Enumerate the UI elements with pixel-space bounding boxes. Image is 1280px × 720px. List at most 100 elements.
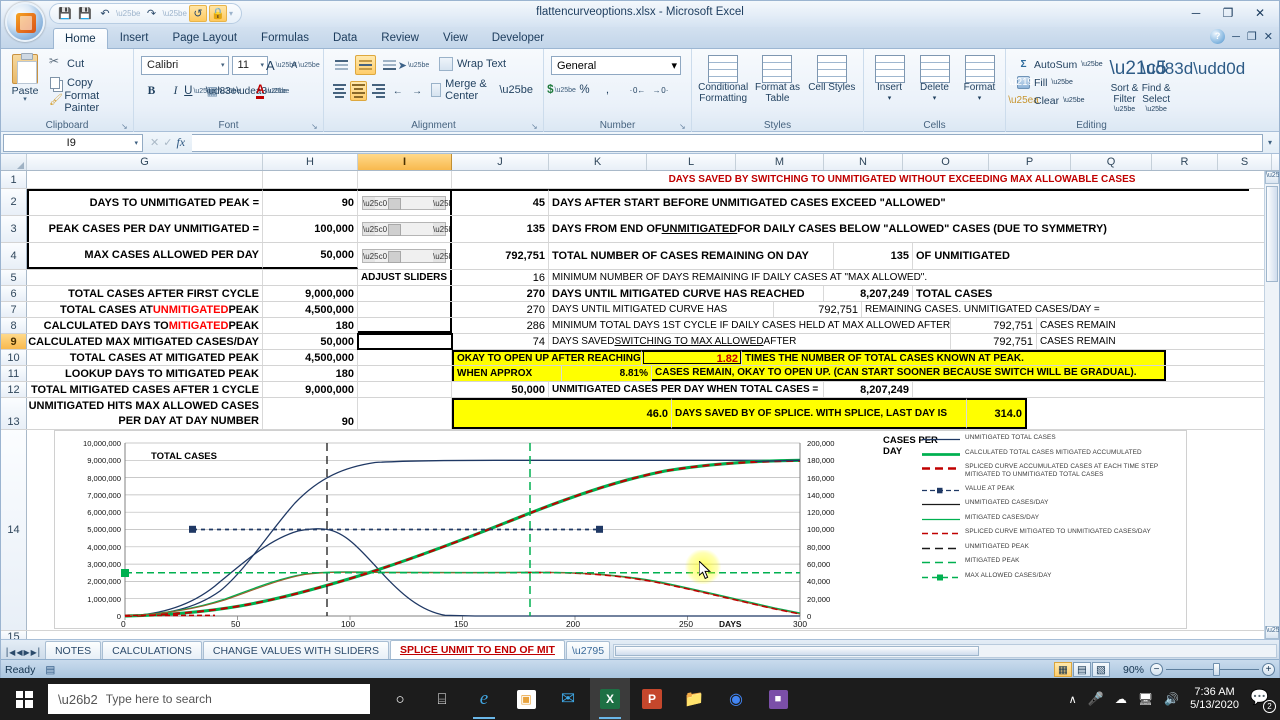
minimize-ribbon-icon[interactable]: ─ [1232,31,1240,43]
cell-I6[interactable] [358,286,452,301]
align-middle-button[interactable] [355,55,376,75]
increase-decimal-button[interactable]: · 0← [627,80,648,100]
zoom-slider[interactable]: − + [1150,663,1275,676]
mail-icon[interactable]: ✉ [548,678,588,720]
cell-I3-slider[interactable]: \u25c0 \u25b6 [358,216,452,242]
cell-I7[interactable] [358,302,452,317]
cell-O12[interactable] [913,382,1233,397]
notification-center-icon[interactable]: 💬 2 [1250,688,1276,713]
sheet-tab-change-values-with-sliders[interactable]: CHANGE VALUES WITH SLIDERS [202,641,389,659]
cell-P9-text[interactable]: CASES REMAIN [1037,334,1252,349]
cell-J7-value[interactable]: 270 [452,302,549,317]
cell-H1[interactable] [263,171,358,188]
taskbar-clock[interactable]: 7:36 AM 5/13/2020 [1190,686,1239,712]
chevron-down-icon[interactable]: ▾ [888,94,892,105]
edge-icon[interactable]: e [464,678,504,720]
cell-K11-pct[interactable]: 8.81% [562,366,652,381]
last-sheet-icon[interactable]: ▶⎮ [31,648,41,657]
row-header-4[interactable]: 4 [1,243,27,269]
number-dialog-launcher[interactable]: ↘ [679,122,688,131]
cell-H12-value[interactable]: 9,000,000 [263,382,358,397]
cell-N12-value[interactable]: 8,207,249 [824,382,913,397]
cell-G1[interactable] [27,171,263,188]
column-header-H[interactable]: H [263,154,358,170]
volume-icon[interactable]: 🔊 [1164,692,1179,706]
prev-sheet-icon[interactable]: ◀ [16,648,22,657]
column-header-L[interactable]: L [647,154,736,170]
merge-center-button[interactable]: Merge & Center \u25be [428,78,536,102]
microphone-icon[interactable]: 🎤 [1088,691,1104,707]
cell-K4-text[interactable]: TOTAL NUMBER OF CASES REMAINING ON DAY [549,243,834,269]
cell-H8-value[interactable]: 180 [263,318,358,333]
cell-G2-label[interactable]: DAYS TO UNMITIGATED PEAK = [27,189,263,215]
format-painter-button[interactable]: Format Painter [46,90,126,114]
insert-worksheet-button[interactable]: \u2795 [565,641,611,659]
cell-I1[interactable] [358,171,452,188]
cell-G7-label[interactable]: TOTAL CASES AT UNMITIGATED PEAK [27,302,263,317]
cell-H10-value[interactable]: 4,500,000 [263,350,358,365]
column-header-K[interactable]: K [549,154,647,170]
file-explorer-icon[interactable]: 📁 [674,678,714,720]
sheet-tab-calculations[interactable]: CALCULATIONS [102,641,202,659]
sheet-tab-notes[interactable]: NOTES [44,641,102,659]
cell-K5-text[interactable]: MINIMUM NUMBER OF DAYS REMAINING IF DAIL… [549,270,1249,285]
cell-O4-text[interactable]: OF UNMITIGATED [913,243,1243,269]
select-all-button[interactable] [1,154,27,170]
cell-H9-value[interactable]: 50,000 [263,334,358,349]
cell-J8-value[interactable]: 286 [452,318,549,333]
orientation-button[interactable]: ➤ \u25be [398,55,430,75]
cell-N13-value[interactable]: 314.0 [967,398,1027,429]
row-header-6[interactable]: 6 [1,286,27,301]
percent-button[interactable]: % [574,80,595,100]
zoom-in-button[interactable]: + [1262,663,1275,676]
tab-developer[interactable]: Developer [480,27,556,48]
scroll-down-arrow-icon[interactable]: \u25bc [1265,626,1279,639]
close-workbook-icon[interactable]: ✕ [1264,30,1273,43]
fill-button[interactable]: \u2193 Fill \u25be [1008,74,1107,91]
cell-J4-value[interactable]: 792,751 [452,243,549,269]
slider-left-arrow-icon[interactable]: \u25c0 [363,223,387,235]
fill-color-button[interactable]: \ud83e\udea3 \u25be [206,81,290,101]
excel-icon[interactable]: X [590,678,630,720]
row-header-1[interactable]: 1 [1,171,27,188]
view-page-break-button[interactable]: ▧ [1092,662,1110,677]
cell-G15[interactable] [27,631,1127,639]
row-header-12[interactable]: 12 [1,382,27,397]
microsoft-store-icon[interactable]: ▣ [506,678,546,720]
cell-K3-text[interactable]: DAYS FROM END OF UNMITIGATED FOR DAILY C… [549,216,1249,242]
cell-H11-value[interactable]: 180 [263,366,358,381]
first-sheet-icon[interactable]: ⎮◀ [5,648,15,657]
tab-formulas[interactable]: Formulas [249,27,321,48]
cell-G5[interactable] [27,270,263,285]
expand-formula-bar-icon[interactable]: ▾ [1263,138,1277,147]
chevron-down-icon[interactable]: ▾ [933,94,937,105]
vertical-scrollbar[interactable]: \u25b2 \u25bc [1264,171,1279,639]
cell-N4-value[interactable]: 135 [834,243,913,269]
align-right-button[interactable] [370,81,386,101]
column-header-G[interactable]: G [27,154,263,170]
tab-review[interactable]: Review [369,27,431,48]
cell-G10-label[interactable]: TOTAL CASES AT MITIGATED PEAK [27,350,263,365]
column-header-Q[interactable]: Q [1071,154,1152,170]
column-header-I[interactable]: I [358,154,452,170]
zoom-out-button[interactable]: − [1150,663,1163,676]
paste-dropdown-icon[interactable]: ▾ [23,96,27,103]
wrap-text-button[interactable]: Wrap Text [436,55,509,72]
row-header-13[interactable]: 13 [1,398,27,429]
cut-button[interactable]: Cut [46,54,126,72]
app-icon[interactable]: ■ [758,678,798,720]
autosum-button[interactable]: Σ AutoSum \u25be [1013,56,1107,73]
cell-H7-value[interactable]: 4,500,000 [263,302,358,317]
slider-right-arrow-icon[interactable]: \u25b6 [433,197,450,209]
cell-I9-active[interactable] [357,333,453,350]
zoom-level[interactable]: 90% [1116,664,1144,676]
cell-I11[interactable] [358,366,452,381]
cell-J9-value[interactable]: 74 [452,334,549,349]
cell-M10-text[interactable]: TIMES THE NUMBER OF TOTAL CASES KNOWN AT… [742,350,1166,365]
formula-input[interactable] [192,133,1263,152]
font-dialog-launcher[interactable]: ↘ [311,122,320,131]
row-header-14[interactable]: 14 [1,430,27,630]
minimize-button[interactable]: ─ [1181,3,1211,23]
column-header-S[interactable]: S [1218,154,1272,170]
cell-K8-text[interactable]: MINIMUM TOTAL DAYS 1ST CYCLE IF DAILY CA… [549,318,951,333]
